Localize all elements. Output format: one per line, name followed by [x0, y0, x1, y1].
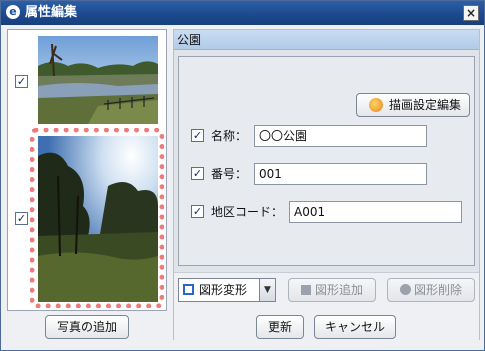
update-button[interactable]: 更新 — [256, 315, 304, 339]
palette-icon — [369, 98, 383, 112]
attribute-form: 描画設定編集 ✓ 名称： 〇〇公園 ✓ 番号： 001 ✓ 地区コード： A00… — [178, 56, 475, 266]
shape-transform-dropdown[interactable]: 図形変形 ▼ — [178, 278, 276, 302]
shape-delete-button[interactable]: 図形削除 — [387, 278, 475, 302]
cancel-button[interactable]: キャンセル — [314, 315, 396, 339]
shape-transform-label: 図形変形 — [199, 283, 248, 297]
window-title: 属性編集 — [25, 5, 78, 20]
delete-shape-icon — [399, 284, 411, 295]
shape-delete-label: 図形削除 — [413, 283, 462, 297]
attribute-panel: 公園 描画設定編集 ✓ 名称： 〇〇公園 ✓ 番号： 001 ✓ 地区コード： … — [173, 29, 480, 340]
layer-name-header: 公園 — [174, 30, 479, 50]
close-button[interactable]: × — [463, 5, 479, 21]
name-field[interactable]: 〇〇公園 — [254, 125, 427, 147]
name-label: 名称： — [211, 129, 248, 143]
photo-selection-highlight — [30, 128, 164, 308]
district-code-field[interactable]: A001 — [289, 201, 462, 223]
number-checkbox[interactable]: ✓ — [191, 167, 204, 180]
photo-2-checkbox[interactable]: ✓ — [15, 212, 28, 225]
draw-settings-edit-button[interactable]: 描画設定編集 — [356, 93, 470, 117]
app-icon: e — [6, 5, 20, 19]
add-photo-button[interactable]: 写真の追加 — [45, 315, 129, 339]
number-field[interactable]: 001 — [254, 163, 427, 185]
photo-list-panel[interactable]: ✓ ✓ — [7, 29, 167, 311]
shape-add-label: 図形追加 — [314, 283, 363, 297]
chevron-down-icon[interactable]: ▼ — [259, 279, 275, 301]
shape-toolbar-area: 図形変形 ▼ 図形追加 図形削除 更新 キャンセル — [174, 272, 479, 340]
photo-1-thumbnail[interactable] — [38, 36, 158, 124]
district-code-checkbox[interactable]: ✓ — [191, 205, 204, 218]
district-code-label: 地区コード： — [211, 205, 284, 219]
photo-1-checkbox[interactable]: ✓ — [15, 75, 28, 88]
title-bar[interactable]: e 属性編集 × — [1, 1, 484, 25]
shape-add-button[interactable]: 図形追加 — [288, 278, 376, 302]
attribute-edit-window: e 属性編集 × ✓ ✓ 写真の追加 公園 描画設定編集 ✓ 名称： 〇〇公園 … — [0, 0, 485, 351]
shape-transform-icon — [183, 284, 194, 295]
add-shape-icon — [300, 285, 311, 295]
name-checkbox[interactable]: ✓ — [191, 129, 204, 142]
draw-settings-edit-label: 描画設定編集 — [389, 98, 462, 112]
number-label: 番号： — [211, 167, 248, 181]
